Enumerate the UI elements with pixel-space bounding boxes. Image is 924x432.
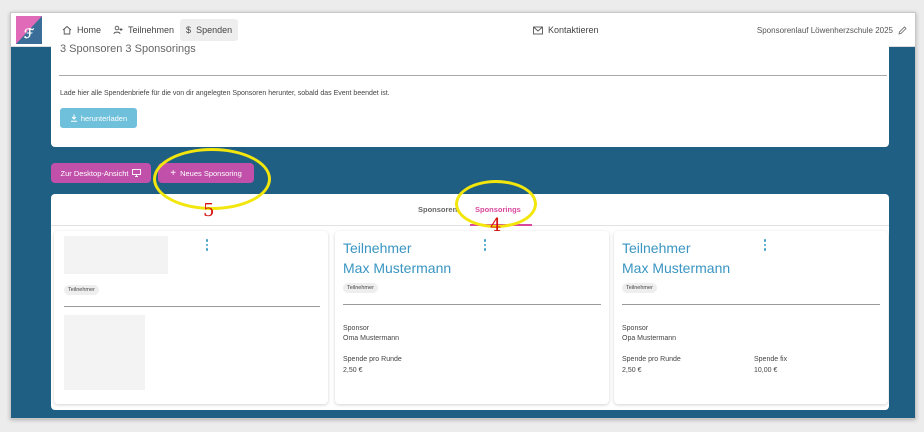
app-window: ℱ Home Teilnehmen $ Spenden Kontaktieren… xyxy=(10,12,916,419)
summary-divider xyxy=(59,75,887,76)
sponsor-name: Opa Mustermann xyxy=(622,335,677,342)
download-info-text: Lade hier alle Spendenbriefe für die von… xyxy=(60,90,390,97)
more-options-icon[interactable] xyxy=(481,239,489,253)
card-divider xyxy=(622,304,880,305)
edit-pencil-icon[interactable] xyxy=(898,25,907,35)
tab-sponsoren[interactable]: Sponsoren xyxy=(418,205,457,214)
sponsor-label: Sponsor xyxy=(343,325,370,332)
loading-placeholder xyxy=(64,315,145,390)
dollar-icon: $ xyxy=(186,24,192,35)
nav-teilnehmen[interactable]: Teilnehmen xyxy=(107,19,180,41)
card-divider xyxy=(64,306,320,307)
summary-panel: 3 Sponsoren 3 Sponsorings Lade hier alle… xyxy=(51,41,889,147)
sponsor-name: Oma Mustermann xyxy=(343,335,400,342)
mail-icon xyxy=(533,26,543,34)
download-icon xyxy=(70,114,77,122)
nav-spenden-label: Spenden xyxy=(196,24,233,35)
participant-title: Teilnehmer Max Mustermann xyxy=(622,238,730,278)
participant-role: Teilnehmer xyxy=(343,240,412,256)
monitor-icon xyxy=(132,169,142,177)
card-divider xyxy=(343,304,601,305)
home-icon xyxy=(62,25,72,34)
app-logo[interactable]: ℱ xyxy=(16,15,42,44)
sponsor-count: 3 Sponsoren 3 Sponsorings xyxy=(60,43,196,55)
more-options-icon[interactable] xyxy=(203,239,211,253)
role-chip: Teilnehmer xyxy=(622,283,657,293)
loading-placeholder xyxy=(64,236,168,274)
person-add-icon xyxy=(113,25,123,34)
event-name: Sponsorenlauf Löwenherzschule 2025 xyxy=(756,25,893,35)
main-nav: Home Teilnehmen $ Spenden xyxy=(56,18,239,42)
fix-donation-label: Spende fix xyxy=(754,356,788,363)
per-round-label: Spende pro Runde xyxy=(343,356,402,363)
annotation-number-4: 4 xyxy=(490,215,502,236)
sponsoring-card[interactable]: Teilnehmer Max Mustermann Teilnehmer Spo… xyxy=(614,231,888,404)
desktop-view-button[interactable]: Zur Desktop-Ansicht xyxy=(51,163,151,183)
participant-name: Max Mustermann xyxy=(343,260,452,276)
nav-spenden[interactable]: $ Spenden xyxy=(180,18,239,41)
download-label: herunterladen xyxy=(80,113,128,123)
nav-home[interactable]: Home xyxy=(56,19,107,41)
contact-label: Kontaktieren xyxy=(548,25,599,35)
nav-teilnehmen-label: Teilnehmen xyxy=(128,24,175,35)
per-round-label: Spende pro Runde xyxy=(622,356,681,363)
sponsoring-card[interactable]: Teilnehmer xyxy=(54,231,328,404)
participant-title: Teilnehmer Max Mustermann xyxy=(343,238,451,278)
more-options-icon[interactable] xyxy=(761,239,769,253)
sponsoring-card[interactable]: Teilnehmer Max Mustermann Teilnehmer Spo… xyxy=(335,231,609,404)
download-button[interactable]: herunterladen xyxy=(60,108,137,128)
participant-name: Max Mustermann xyxy=(622,260,731,276)
desktop-view-label: Zur Desktop-Ansicht xyxy=(60,168,129,178)
sponsorings-panel: Sponsoren Sponsorings Teilnehmer Teilneh… xyxy=(51,194,889,410)
sponsor-label: Sponsor xyxy=(622,325,649,332)
fix-donation-value: 10,00 € xyxy=(754,367,778,374)
participant-role: Teilnehmer xyxy=(622,240,691,256)
per-round-value: 2,50 € xyxy=(622,367,642,374)
nav-home-label: Home xyxy=(77,24,102,35)
role-chip: Teilnehmer xyxy=(64,285,99,295)
role-chip: Teilnehmer xyxy=(343,283,378,293)
per-round-value: 2,50 € xyxy=(343,367,363,374)
annotation-number-5: 5 xyxy=(203,200,215,221)
